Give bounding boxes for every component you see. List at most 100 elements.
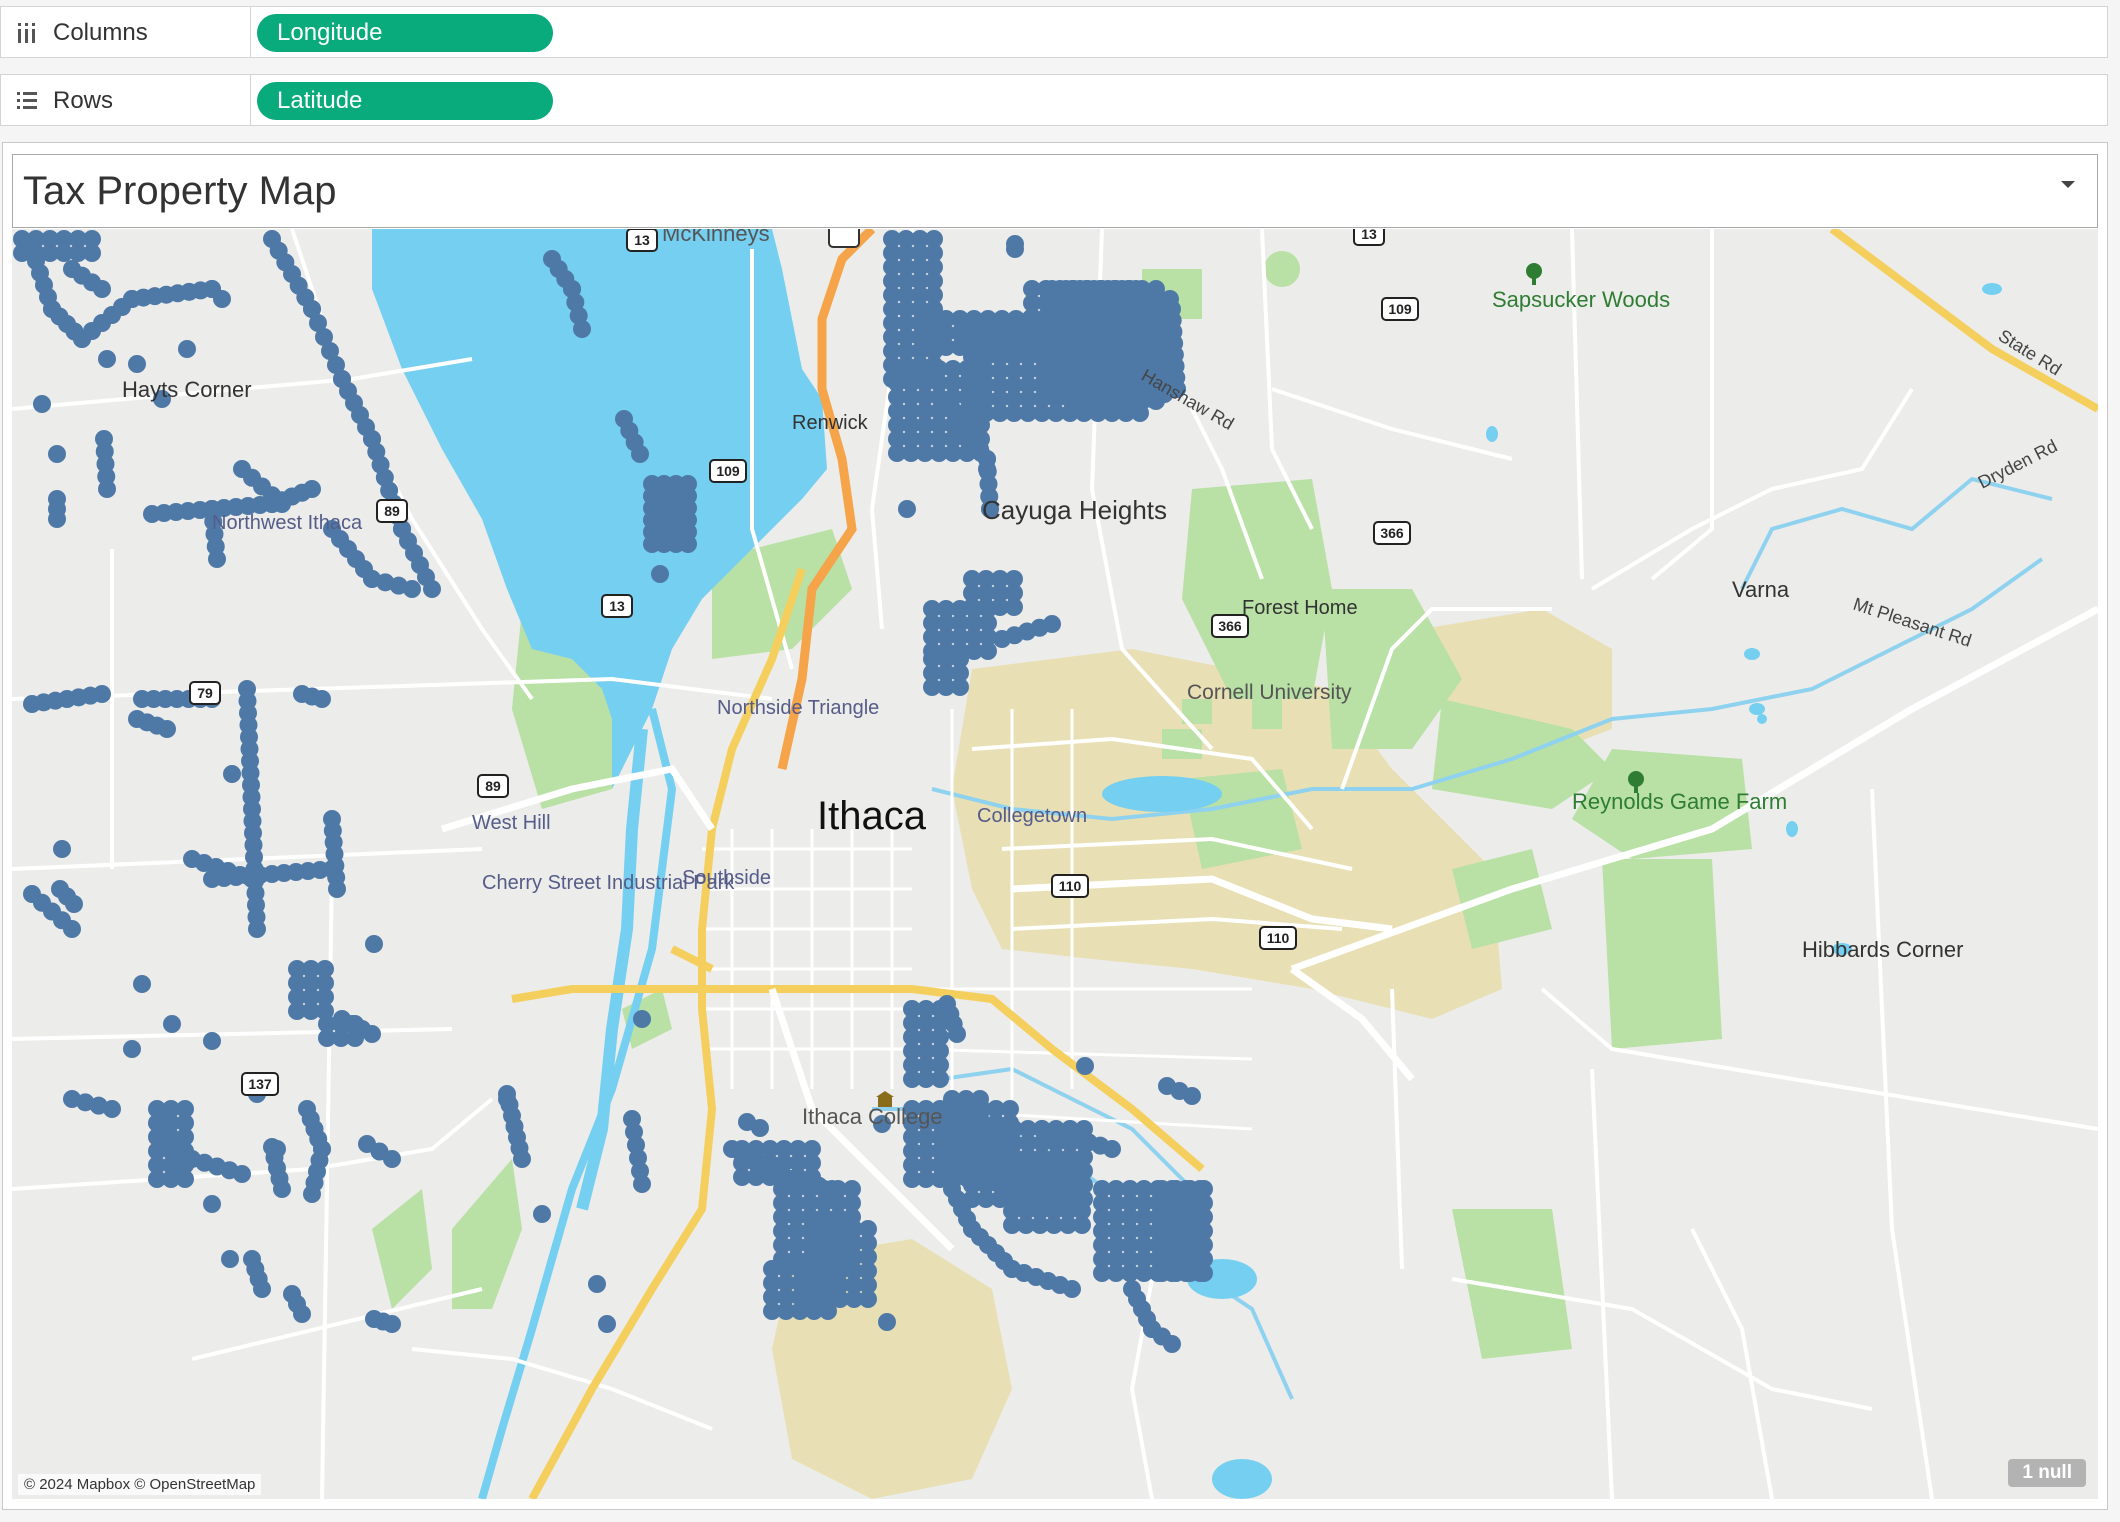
- route-shield-label: 366: [1380, 525, 1404, 541]
- property-point[interactable]: [1005, 598, 1023, 616]
- property-point[interactable]: [403, 580, 421, 598]
- property-point[interactable]: [598, 1315, 616, 1333]
- property-point[interactable]: [588, 1275, 606, 1293]
- columns-shelf-label: Columns: [53, 19, 148, 46]
- longitude-pill[interactable]: Longitude: [257, 14, 553, 52]
- label-cornell-university: Cornell University: [1187, 681, 1352, 704]
- latitude-pill[interactable]: Latitude: [257, 82, 553, 120]
- map-attribution[interactable]: © 2024 Mapbox © OpenStreetMap: [18, 1474, 262, 1495]
- property-point[interactable]: [979, 642, 997, 660]
- property-point[interactable]: [208, 550, 226, 568]
- route-shield-label: 109: [716, 463, 740, 479]
- property-point[interactable]: [103, 1100, 121, 1118]
- property-point[interactable]: [213, 290, 231, 308]
- property-point[interactable]: [819, 1302, 837, 1320]
- property-point[interactable]: [158, 720, 176, 738]
- property-point[interactable]: [951, 678, 969, 696]
- property-point[interactable]: [1063, 1280, 1081, 1298]
- property-point[interactable]: [283, 1285, 301, 1303]
- route-shield: 137: [241, 1072, 279, 1096]
- property-point[interactable]: [176, 1170, 194, 1188]
- columns-shelf[interactable]: Columns Longitude: [0, 6, 2108, 58]
- property-point[interactable]: [573, 320, 591, 338]
- route-shield: 79: [189, 681, 221, 705]
- property-point[interactable]: [178, 340, 196, 358]
- property-point[interactable]: [233, 1165, 251, 1183]
- property-point[interactable]: [328, 880, 346, 898]
- property-point[interactable]: [931, 1070, 949, 1088]
- property-point[interactable]: [751, 1119, 769, 1137]
- property-point[interactable]: [303, 480, 321, 498]
- property-point[interactable]: [313, 690, 331, 708]
- property-point[interactable]: [346, 1029, 364, 1047]
- route-shield: 89: [477, 774, 509, 798]
- property-point[interactable]: [53, 840, 71, 858]
- property-point[interactable]: [1006, 240, 1024, 258]
- property-point[interactable]: [323, 860, 341, 878]
- property-point[interactable]: [98, 350, 116, 368]
- route-shield-label: 110: [1267, 930, 1290, 946]
- property-point[interactable]: [223, 765, 241, 783]
- route-shield: 13: [626, 229, 658, 252]
- property-point[interactable]: [633, 1010, 651, 1028]
- property-point[interactable]: [679, 535, 697, 553]
- property-point[interactable]: [1195, 1264, 1213, 1282]
- property-point[interactable]: [83, 244, 101, 262]
- property-point[interactable]: [533, 1205, 551, 1223]
- label-ithaca-college: Ithaca College: [802, 1104, 943, 1129]
- label-reynolds-game-farm: Reynolds Game Farm: [1572, 789, 1787, 814]
- basemap[interactable]: 13 13 109 89 13 366 79 89 110 366 109 110 137 McKinn…: [12, 229, 2098, 1499]
- property-point[interactable]: [513, 1150, 531, 1168]
- property-point[interactable]: [898, 500, 916, 518]
- property-point[interactable]: [203, 1195, 221, 1213]
- property-point[interactable]: [948, 1025, 966, 1043]
- property-point[interactable]: [365, 935, 383, 953]
- property-point[interactable]: [248, 920, 266, 938]
- property-point[interactable]: [163, 1015, 181, 1033]
- property-point[interactable]: [133, 975, 151, 993]
- property-point[interactable]: [203, 1032, 221, 1050]
- property-point[interactable]: [273, 1180, 291, 1198]
- route-shield: 89: [376, 499, 408, 523]
- property-point[interactable]: [48, 445, 66, 463]
- property-point[interactable]: [631, 445, 649, 463]
- property-point[interactable]: [123, 1040, 141, 1058]
- label-hayts-corner: Hayts Corner: [122, 377, 252, 402]
- property-point[interactable]: [98, 480, 116, 498]
- property-point[interactable]: [363, 1025, 381, 1043]
- property-point[interactable]: [48, 510, 66, 528]
- property-point[interactable]: [383, 1315, 401, 1333]
- rows-shelf-label: Rows: [53, 87, 114, 114]
- property-point[interactable]: [93, 685, 111, 703]
- property-point[interactable]: [1103, 1140, 1121, 1158]
- property-point[interactable]: [65, 895, 83, 913]
- property-point[interactable]: [651, 565, 669, 583]
- label-forest-home: Forest Home: [1242, 597, 1358, 619]
- property-point[interactable]: [859, 1290, 877, 1308]
- title-bar[interactable]: Tax Property Map: [12, 154, 2098, 228]
- property-point[interactable]: [1076, 1057, 1094, 1075]
- property-point[interactable]: [33, 395, 51, 413]
- property-point[interactable]: [1163, 1335, 1181, 1353]
- chevron-down-icon[interactable]: [2053, 169, 2083, 199]
- property-point[interactable]: [978, 460, 996, 478]
- property-point[interactable]: [221, 1250, 239, 1268]
- route-shield: 110: [1259, 926, 1297, 950]
- property-point[interactable]: [1043, 615, 1061, 633]
- property-point[interactable]: [303, 1185, 321, 1203]
- property-point[interactable]: [1183, 1087, 1201, 1105]
- property-point[interactable]: [63, 920, 81, 938]
- property-point[interactable]: [383, 1150, 401, 1168]
- property-point[interactable]: [93, 280, 111, 298]
- property-point[interactable]: [633, 1175, 651, 1193]
- property-point[interactable]: [253, 1280, 271, 1298]
- map-canvas[interactable]: 13 13 109 89 13 366 79 89 110 366 109 110 137 McKinn…: [12, 229, 2098, 1499]
- rows-shelf[interactable]: Rows Latitude: [0, 74, 2108, 126]
- property-point[interactable]: [273, 495, 291, 513]
- property-point[interactable]: [423, 580, 441, 598]
- null-indicator-badge[interactable]: 1 null: [2008, 1459, 2086, 1487]
- property-point[interactable]: [1073, 1216, 1091, 1234]
- property-point[interactable]: [878, 1313, 896, 1331]
- property-point[interactable]: [128, 355, 146, 373]
- route-shield-label: 110: [1059, 878, 1082, 894]
